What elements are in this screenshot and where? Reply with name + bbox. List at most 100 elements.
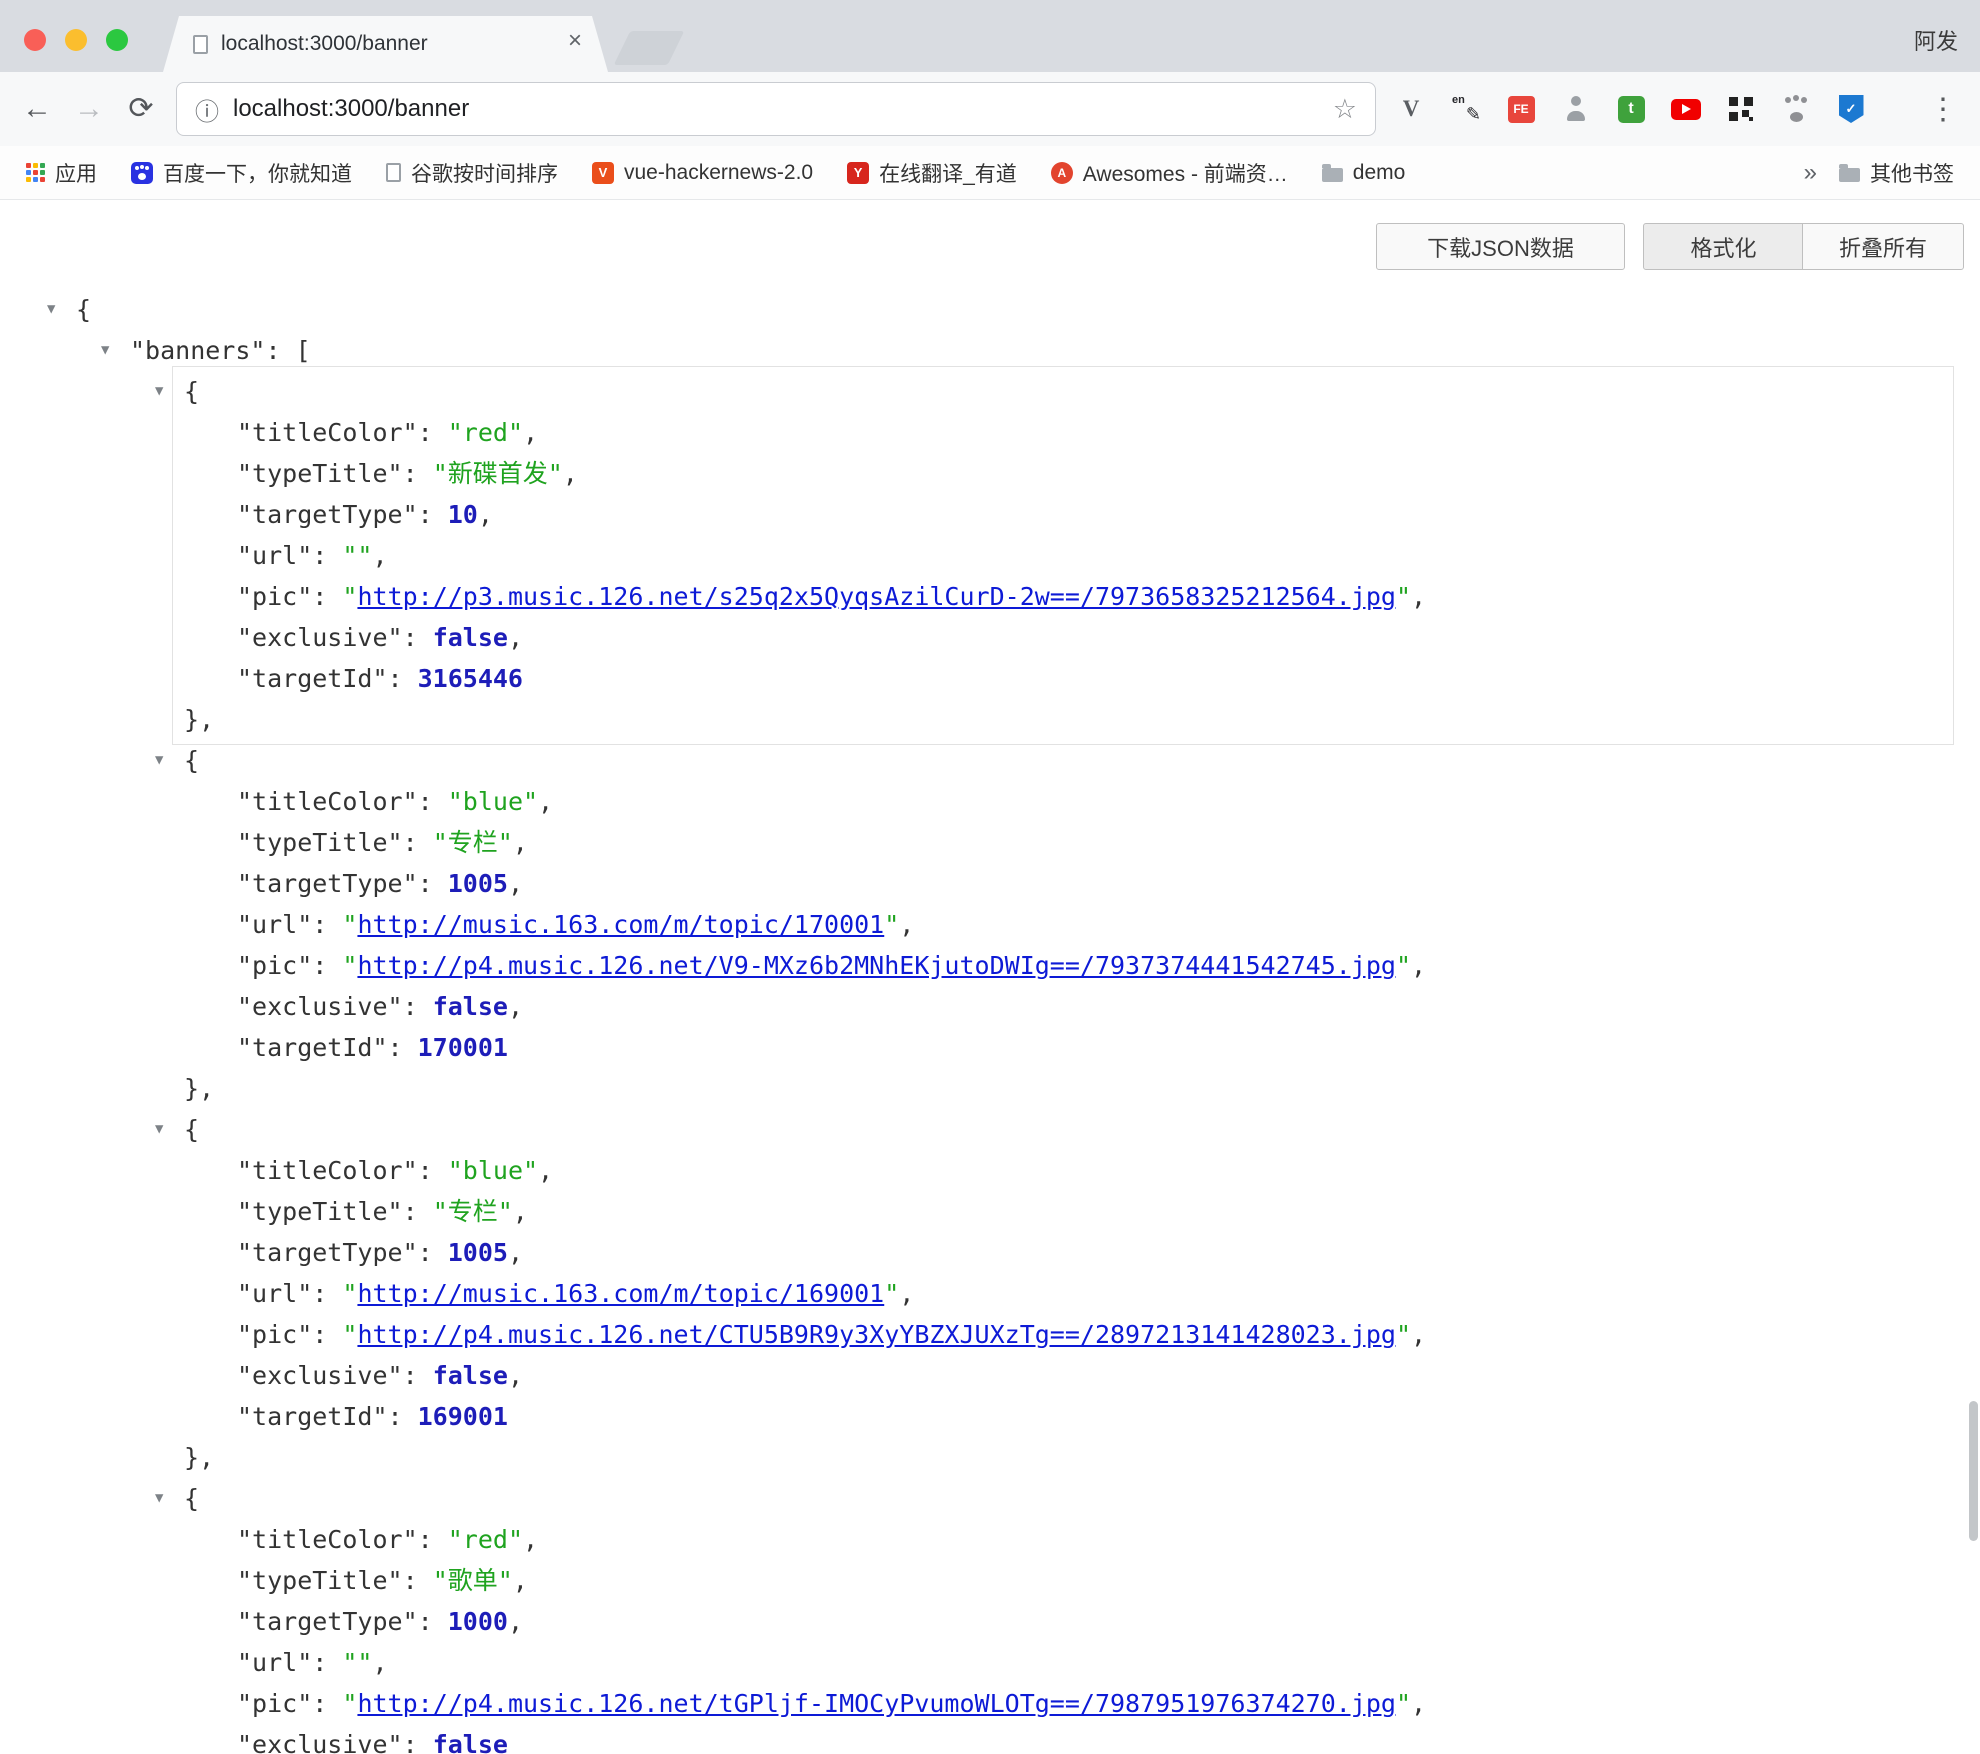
bookmark-label: 应用 (55, 158, 97, 188)
back-button[interactable]: ← (14, 94, 60, 124)
json-token: , (1411, 582, 1426, 611)
json-token: , (513, 1197, 528, 1226)
json-property: "typeTitle": "新碟首发", (0, 453, 1980, 494)
json-token: : (388, 1033, 418, 1062)
json-url-link[interactable]: http://music.163.com/m/topic/170001 (357, 910, 884, 939)
json-url-link[interactable]: http://music.163.com/m/topic/169001 (357, 1279, 884, 1308)
json-token: , (508, 1238, 523, 1267)
green-t-extension-icon[interactable]: t (1614, 92, 1648, 126)
json-property: "url": "http://music.163.com/m/topic/170… (0, 904, 1980, 945)
browser-tab[interactable]: localhost:3000/banner × (163, 16, 608, 72)
collapse-triangle-icon[interactable]: ▼ (155, 1478, 163, 1519)
forward-button[interactable]: → (66, 94, 112, 124)
bookmark-demo-folder[interactable]: demo (1322, 161, 1406, 185)
json-token: "typeTitle" (237, 1197, 403, 1226)
json-token: "专栏" (433, 1197, 513, 1226)
json-token: : (418, 1607, 448, 1636)
json-url-link[interactable]: http://p4.music.126.net/V9-MXz6b2MNhEKju… (357, 951, 1396, 980)
json-token: : (403, 828, 433, 857)
info-icon[interactable]: ⓘ (195, 92, 219, 127)
new-tab-button[interactable] (614, 31, 685, 65)
bookmark-youdao-translate[interactable]: Y 在线翻译_有道 (847, 158, 1017, 188)
profile-name[interactable]: 阿发 (1914, 24, 1958, 56)
json-token: false (433, 1730, 508, 1754)
reload-button[interactable]: ⟳ (118, 94, 164, 124)
json-token: "targetType" (237, 1607, 418, 1636)
json-token: , (899, 910, 914, 939)
json-property: "typeTitle": "歌单", (0, 1560, 1980, 1601)
json-property: "pic": "http://p4.music.126.net/tGPljf-I… (0, 1683, 1980, 1724)
paw-extension-icon[interactable] (1779, 92, 1813, 126)
close-window-button[interactable] (24, 29, 46, 51)
json-token: "url" (237, 1279, 312, 1308)
youtube-extension-icon[interactable] (1669, 92, 1703, 126)
json-token: : (418, 500, 448, 529)
json-property: "targetId": 170001 (0, 1027, 1980, 1068)
json-token: , (523, 418, 538, 447)
json-token: "targetId" (237, 664, 388, 693)
bookmark-star-icon[interactable]: ☆ (1333, 94, 1357, 125)
json-property: "typeTitle": "专栏", (0, 1191, 1980, 1232)
json-token: "url" (237, 910, 312, 939)
scrollbar-thumb[interactable] (1969, 1401, 1978, 1541)
bookmark-apps[interactable]: 应用 (26, 158, 97, 188)
json-banners-key: ▼"banners": [ (0, 330, 1980, 371)
json-token: : [ (265, 336, 310, 365)
json-token: , (508, 992, 523, 1021)
json-token: }, (184, 1443, 214, 1472)
json-token: " (342, 951, 357, 980)
collapse-triangle-icon[interactable]: ▼ (101, 330, 109, 371)
json-url-link[interactable]: http://p3.music.126.net/s25q2x5QyqsAzilC… (357, 582, 1396, 611)
json-token: "" (342, 1648, 372, 1677)
maximize-window-button[interactable] (106, 29, 128, 51)
json-token: , (1411, 1689, 1426, 1718)
fe-extension-icon[interactable]: FE (1504, 92, 1538, 126)
other-bookmarks-folder[interactable]: 其他书签 (1839, 158, 1954, 188)
json-token: : (403, 1361, 433, 1390)
json-object-open: ▼{ (0, 1478, 1980, 1519)
json-token: 170001 (418, 1033, 508, 1062)
json-token: 3165446 (418, 664, 523, 693)
collapse-triangle-icon[interactable]: ▼ (155, 1109, 163, 1150)
translate-extension-icon[interactable]: en✎ (1449, 92, 1483, 126)
json-property: "url": "http://music.163.com/m/topic/169… (0, 1273, 1980, 1314)
bookmark-vue-hackernews[interactable]: V vue-hackernews-2.0 (592, 161, 813, 185)
collapse-triangle-icon[interactable]: ▼ (155, 740, 163, 781)
json-token: "titleColor" (237, 418, 418, 447)
json-property: "typeTitle": "专栏", (0, 822, 1980, 863)
json-property: "exclusive": false (0, 1724, 1980, 1754)
vimium-extension-icon[interactable]: V (1394, 92, 1428, 126)
bookmarks-overflow-button[interactable]: » (1804, 159, 1817, 187)
json-url-link[interactable]: http://p4.music.126.net/CTU5B9R9y3XyYBZX… (357, 1320, 1396, 1349)
bookmark-label: vue-hackernews-2.0 (624, 161, 813, 185)
url-text[interactable]: localhost:3000/banner (233, 95, 1319, 123)
json-token: "pic" (237, 1689, 312, 1718)
collapse-all-button[interactable]: 折叠所有 (1802, 223, 1964, 270)
bookmark-baidu[interactable]: 百度一下，你就知道 (131, 158, 352, 188)
minimize-window-button[interactable] (65, 29, 87, 51)
json-token: "blue" (448, 787, 538, 816)
bookmark-label: 在线翻译_有道 (879, 158, 1017, 188)
json-token: 1005 (448, 869, 508, 898)
tab-close-icon[interactable]: × (568, 29, 582, 53)
download-json-button[interactable]: 下载JSON数据 (1376, 223, 1625, 270)
shield-check-extension-icon[interactable]: ✓ (1834, 92, 1868, 126)
bookmark-awesomes[interactable]: A Awesomes - 前端资… (1051, 158, 1288, 188)
json-token: " (1396, 1320, 1411, 1349)
collapse-triangle-icon[interactable]: ▼ (155, 371, 163, 412)
address-bar[interactable]: ⓘ localhost:3000/banner ☆ (176, 82, 1376, 136)
format-button[interactable]: 格式化 (1643, 223, 1804, 270)
json-token: , (372, 1648, 387, 1677)
tab-title: localhost:3000/banner (221, 32, 428, 56)
kebab-menu-icon[interactable]: ⋮ (1920, 92, 1966, 127)
folder-icon (1322, 168, 1343, 182)
qr-code-extension-icon[interactable] (1724, 92, 1758, 126)
json-token: : (312, 541, 342, 570)
person-extension-icon[interactable] (1559, 92, 1593, 126)
json-token: "red" (448, 1525, 523, 1554)
json-token: , (508, 623, 523, 652)
json-url-link[interactable]: http://p4.music.126.net/tGPljf-IMOCyPvum… (357, 1689, 1396, 1718)
json-property: "exclusive": false, (0, 986, 1980, 1027)
collapse-triangle-icon[interactable]: ▼ (47, 289, 55, 330)
bookmark-google-sort[interactable]: 谷歌按时间排序 (386, 158, 558, 188)
